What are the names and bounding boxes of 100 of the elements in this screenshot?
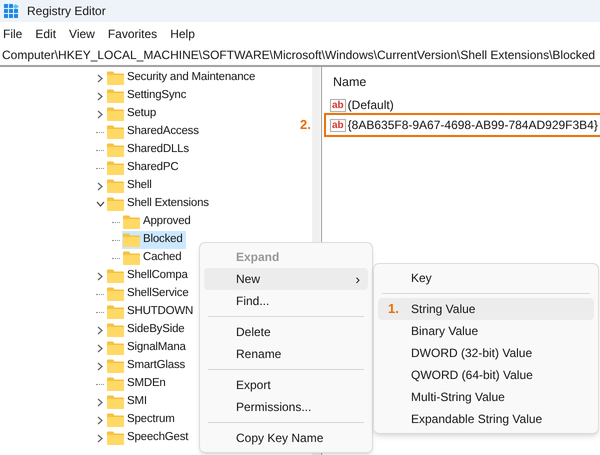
folder-icon (107, 269, 124, 283)
folder-icon (107, 413, 124, 427)
expand-chevron-icon[interactable] (97, 416, 103, 424)
tree-item[interactable]: Blocked (122, 231, 186, 249)
folder-icon (107, 395, 124, 409)
tree-item-label: SMDEn (127, 376, 166, 392)
menu-item[interactable]: Rename (204, 343, 368, 365)
tree-item-label: SettingSync (127, 88, 186, 104)
tree-item-label: ShellCompa (127, 268, 188, 284)
expand-chevron-icon[interactable] (97, 110, 103, 118)
menu-item[interactable]: Permissions... (204, 396, 368, 418)
folder-icon (107, 341, 124, 355)
folder-icon (107, 179, 124, 193)
tree-item[interactable]: Spectrum (106, 411, 178, 429)
folder-icon (107, 125, 124, 139)
tree-item-label: Shell (127, 178, 152, 194)
expand-chevron-icon[interactable] (97, 434, 103, 442)
tree-item[interactable]: SmartGlass (106, 357, 188, 375)
tree-item[interactable]: SharedDLLs (106, 141, 192, 159)
expand-chevron-icon[interactable] (97, 326, 103, 334)
string-value-icon: ab (330, 98, 346, 112)
menu-bar-item[interactable]: Help (170, 24, 195, 42)
tree-item-label: SignalMana (127, 340, 186, 356)
menu-item[interactable]: Expandable String Value (378, 408, 594, 430)
folder-icon (107, 161, 124, 175)
menu-item[interactable]: Multi-String Value (378, 386, 594, 408)
menu-item[interactable]: Copy Key Name (204, 427, 368, 449)
tree-item[interactable]: SharedPC (106, 159, 182, 177)
tree-item-label: Approved (143, 214, 191, 230)
menu-item[interactable]: DWORD (32-bit) Value (378, 342, 594, 364)
folder-icon (123, 251, 140, 265)
tree-item-label: Setup (127, 106, 156, 122)
expand-chevron-icon[interactable] (97, 344, 103, 352)
menu-bar-item[interactable]: View (69, 24, 95, 42)
column-header[interactable]: Name (330, 73, 600, 95)
menu-item[interactable]: Binary Value (378, 320, 594, 342)
tree-item-label: SharedPC (127, 160, 178, 176)
folder-icon (107, 107, 124, 121)
tree-item[interactable]: SideBySide (106, 321, 188, 339)
step-number: 1. (388, 300, 399, 318)
tree-item[interactable]: Security and Maintenance (106, 69, 258, 87)
folder-icon (107, 377, 124, 391)
collapse-chevron-icon[interactable] (96, 201, 104, 207)
folder-icon (107, 323, 124, 337)
tree-item-label: SharedAccess (127, 124, 199, 140)
tree-item-label: SideBySide (127, 322, 184, 338)
tree-item[interactable]: SHUTDOWN (106, 303, 196, 321)
step-number: 2. (300, 116, 311, 134)
menu-bar-item[interactable]: Favorites (108, 24, 158, 42)
folder-icon (107, 287, 124, 301)
expand-chevron-icon[interactable] (97, 74, 103, 82)
tree-item[interactable]: SettingSync (106, 87, 190, 105)
folder-icon (107, 305, 124, 319)
menu-item[interactable]: 1. String Value (378, 298, 594, 320)
tree-item[interactable]: ShellService (106, 285, 192, 303)
tree-item[interactable]: Shell Extensions (106, 195, 212, 213)
expand-chevron-icon[interactable] (97, 398, 103, 406)
tree-item-label: SMI (127, 394, 147, 410)
tree-item-label: SharedDLLs (127, 142, 189, 158)
tree-item[interactable]: SignalMana (106, 339, 189, 357)
tree-item[interactable]: SharedAccess (106, 123, 202, 141)
tree-item-label: Shell Extensions (127, 196, 209, 212)
tree-item[interactable]: SMDEn (106, 375, 169, 393)
string-value-icon: ab (330, 118, 346, 132)
folder-icon (107, 89, 124, 103)
menu-item[interactable]: QWORD (64-bit) Value (378, 364, 594, 386)
tree-item[interactable]: SpeechGest (106, 429, 192, 447)
registry-editor-icon (4, 4, 19, 18)
expand-chevron-icon[interactable] (97, 272, 103, 280)
tree-item-label: SpeechGest (127, 430, 188, 446)
tree-item-label: Spectrum (127, 412, 175, 428)
window-title: Registry Editor (27, 3, 106, 20)
value-name: {8AB635F8-9A67-4698-AB99-784AD929F3B4} (348, 117, 598, 134)
menu-bar-item[interactable]: File (3, 24, 22, 42)
tree-item[interactable]: Cached (122, 249, 184, 267)
menu-item[interactable]: Find... (204, 290, 368, 312)
folder-icon (107, 143, 124, 157)
menu-item[interactable]: Export (204, 374, 368, 396)
value-name: (Default) (348, 97, 394, 114)
tree-item-label: ShellService (127, 286, 189, 302)
tree-item[interactable]: SMI (106, 393, 150, 411)
menu-item[interactable]: New › (204, 268, 368, 290)
expand-chevron-icon[interactable] (97, 92, 103, 100)
tree-item[interactable]: Setup (106, 105, 160, 123)
expand-chevron-icon[interactable] (97, 182, 103, 190)
tree-item-label: SHUTDOWN (127, 304, 194, 320)
folder-icon (107, 359, 124, 373)
menu-item[interactable]: Delete (204, 321, 368, 343)
folder-icon (123, 215, 140, 229)
menu-item[interactable]: Key (378, 267, 594, 289)
tree-item[interactable]: Shell (106, 177, 155, 195)
folder-icon (107, 197, 124, 211)
tree-item[interactable]: ShellCompa (106, 267, 191, 285)
folder-icon (107, 431, 124, 445)
value-row[interactable]: ab (Default) (330, 95, 397, 115)
folder-icon (107, 71, 124, 85)
tree-item[interactable]: Approved (122, 213, 194, 231)
address-bar[interactable]: Computer\HKEY_LOCAL_MACHINE\SOFTWARE\Microsoft\Windows\CurrentVersion\Shell Extensions\Blocked (0, 45, 600, 67)
menu-bar-item[interactable]: Edit (35, 24, 56, 42)
expand-chevron-icon[interactable] (97, 362, 103, 370)
